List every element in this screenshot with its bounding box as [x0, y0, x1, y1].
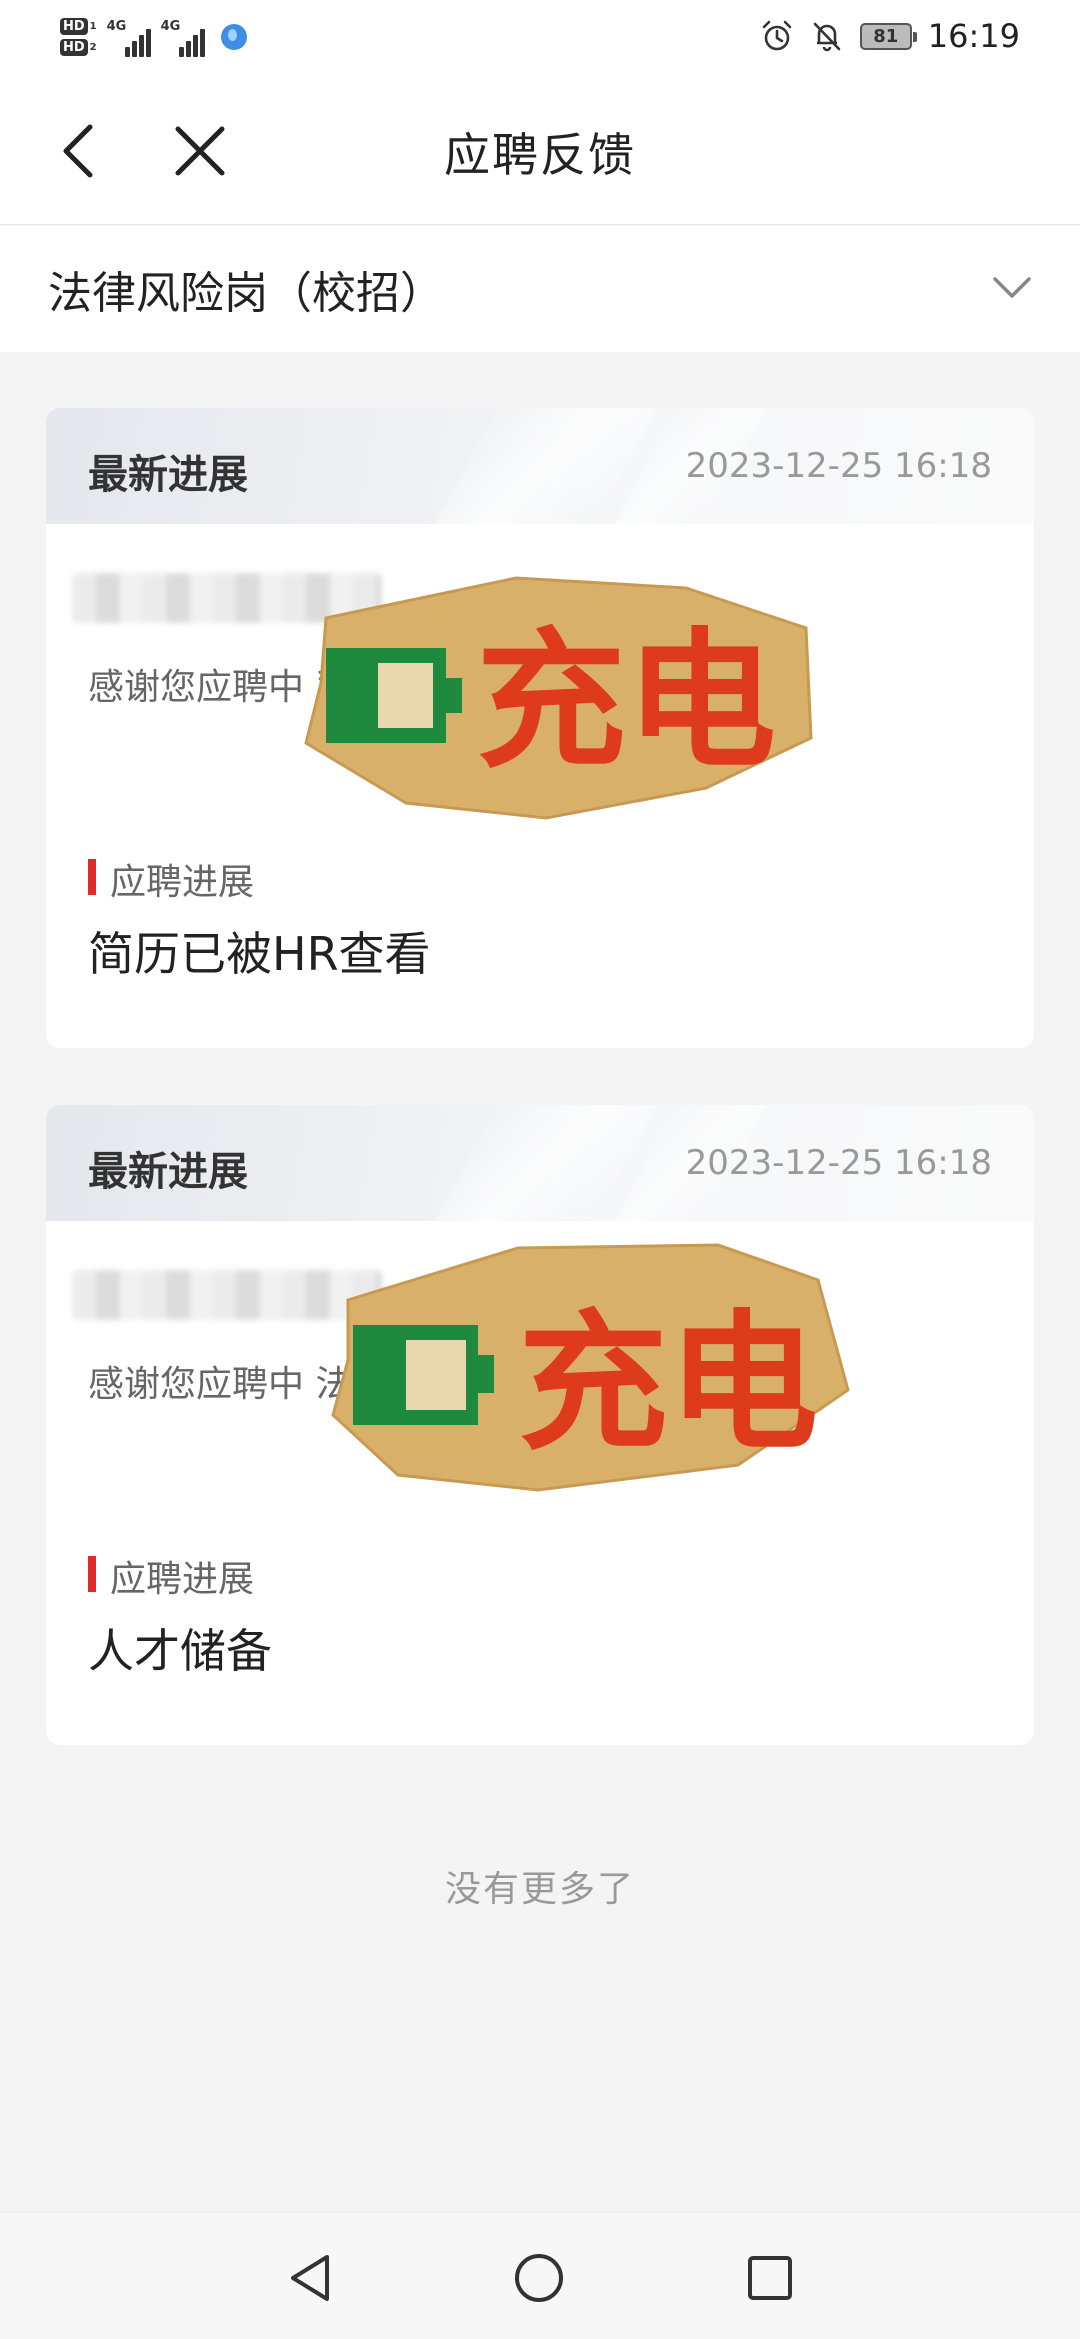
system-nav-bar: [0, 2212, 1080, 2339]
hd-indicator-2: HD 2: [60, 39, 97, 56]
hd-indicator-1: HD 1: [60, 18, 97, 35]
card-header-label: 最新进展: [88, 1149, 248, 1195]
card-timestamp: 2023-12-25 16:18: [685, 446, 992, 486]
progress-label: 应聘进展: [88, 853, 254, 905]
chevron-down-icon: [993, 277, 1031, 298]
mute-icon: [813, 22, 841, 52]
status-bar: HD 1 HD 2 4G 4G 81 16:19: [0, 0, 1080, 75]
card-header: 最新进展 2023-12-25 16:18: [46, 1105, 1034, 1221]
job-selector-value: 法律风险岗（校招）: [48, 268, 444, 319]
back-triangle-icon[interactable]: [283, 2251, 337, 2305]
page-title: 应聘反馈: [444, 128, 636, 182]
signal-icon-2: 4G: [161, 17, 205, 57]
card-timestamp: 2023-12-25 16:18: [685, 1143, 992, 1183]
svg-text:充电: 充电: [476, 615, 776, 789]
signal-icon-1: 4G: [107, 17, 151, 57]
job-selector-dropdown[interactable]: 法律风险岗（校招）: [0, 226, 1080, 352]
svg-text:充电: 充电: [518, 1297, 818, 1471]
recents-square-icon[interactable]: [743, 2251, 797, 2305]
home-circle-icon[interactable]: [512, 2251, 566, 2305]
no-more-text: 没有更多了: [444, 1869, 635, 1910]
charging-sticker-icon: 充电: [331, 1243, 850, 1492]
progress-value: 简历已被HR查看: [88, 927, 431, 981]
battery-indicator: 81: [859, 22, 917, 50]
progress-label: 应聘进展: [88, 1550, 254, 1602]
alarm-icon: [762, 20, 792, 51]
card-header: 最新进展 2023-12-25 16:18: [46, 408, 1034, 524]
charging-sticker-icon: 充电: [304, 576, 813, 820]
feedback-card[interactable]: 最新进展 2023-12-25 16:18 感谢您应聘中 法律风险岗（校招 应聘…: [46, 1105, 1034, 1745]
progress-value: 人才储备: [88, 1624, 272, 1678]
feedback-card[interactable]: 最新进展 2023-12-25 16:18 感谢您应聘中 司的 法律风险岗（校 …: [46, 408, 1034, 1048]
card-header-label: 最新进展: [88, 452, 248, 498]
nav-bar: 应聘反馈: [0, 75, 1080, 225]
browser-globe-icon: [220, 24, 247, 50]
clock: 16:19: [927, 17, 1020, 55]
